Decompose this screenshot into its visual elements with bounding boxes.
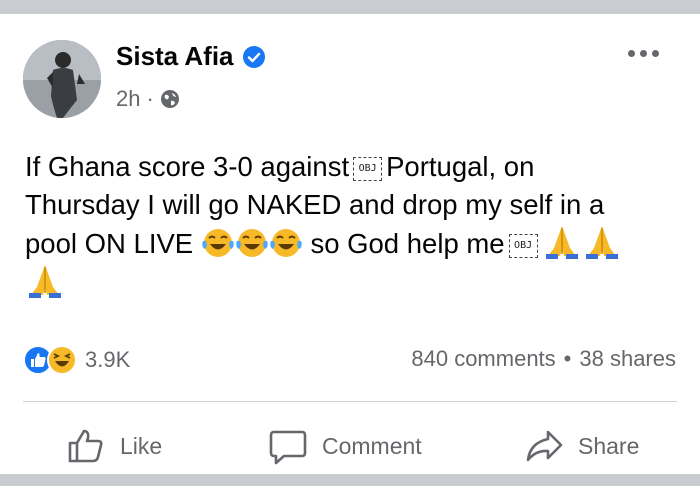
text-line3b: so God help me bbox=[310, 228, 505, 259]
avatar[interactable] bbox=[23, 40, 101, 118]
engagement-stats: 840 comments • 38 shares bbox=[411, 346, 676, 372]
comments-count[interactable]: 840 comments bbox=[411, 346, 555, 372]
comment-button[interactable]: Comment bbox=[268, 426, 422, 466]
haha-reaction-icon bbox=[47, 345, 77, 375]
post-card: Sista Afia 2h · If Ghana score 3-0 again… bbox=[0, 14, 700, 474]
like-button[interactable]: Like bbox=[66, 426, 162, 466]
folded-hands-emoji-icon bbox=[585, 226, 618, 259]
verified-badge-icon bbox=[242, 45, 265, 68]
like-label: Like bbox=[120, 432, 163, 459]
comment-bubble-icon bbox=[269, 430, 307, 465]
folded-hands-emoji-icon bbox=[29, 265, 61, 298]
text-line1a: If Ghana score 3-0 against bbox=[25, 151, 350, 182]
divider bbox=[23, 401, 677, 402]
reactions-summary[interactable]: 3.9K bbox=[23, 345, 130, 375]
more-options-icon[interactable] bbox=[628, 50, 659, 57]
text-line2: Thursday I will go NAKED and drop my sel… bbox=[25, 189, 605, 220]
meta-separator: · bbox=[146, 86, 154, 111]
text-line1b: Portugal, on bbox=[386, 151, 535, 182]
tears-of-joy-emoji-icon bbox=[202, 229, 234, 257]
text-line3a: pool ON LIVE bbox=[25, 228, 194, 259]
author-name[interactable]: Sista Afia bbox=[116, 41, 266, 72]
folded-hands-emoji-icon bbox=[545, 226, 578, 259]
author-name-text[interactable]: Sista Afia bbox=[116, 41, 234, 72]
post-time[interactable]: 2h bbox=[116, 86, 140, 112]
share-arrow-icon bbox=[526, 430, 563, 462]
reaction-count[interactable]: 3.9K bbox=[85, 347, 130, 373]
post-text: If Ghana score 3-0 against OBJ Portugal, o… bbox=[25, 148, 685, 302]
stats-dot: • bbox=[563, 346, 572, 371]
thumbs-up-icon bbox=[68, 429, 103, 463]
tears-of-joy-emoji-icon bbox=[270, 229, 302, 257]
share-button[interactable]: Share bbox=[524, 426, 639, 466]
obj-placeholder-icon: OBJ bbox=[508, 233, 538, 258]
share-label: Share bbox=[578, 432, 640, 459]
shares-count[interactable]: 38 shares bbox=[579, 346, 676, 372]
comment-label: Comment bbox=[322, 432, 422, 459]
obj-placeholder-icon: OBJ bbox=[353, 156, 383, 181]
tears-of-joy-emoji-icon bbox=[236, 229, 268, 257]
post-meta: 2h · bbox=[116, 86, 180, 112]
globe-icon bbox=[160, 90, 179, 108]
